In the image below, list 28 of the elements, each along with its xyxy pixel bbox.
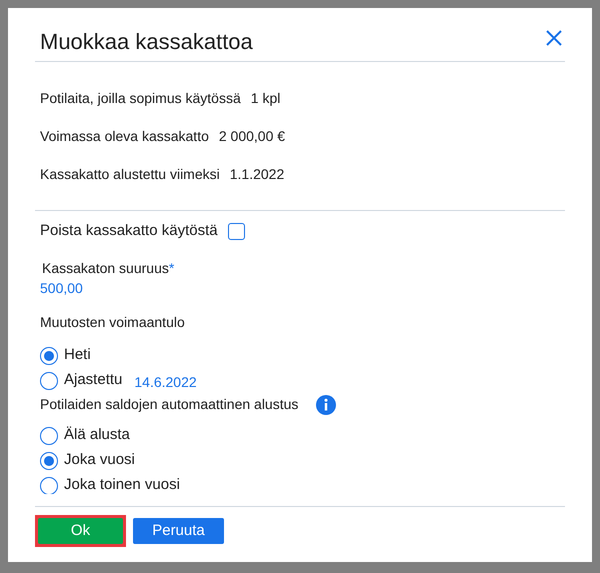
radio-button[interactable] xyxy=(40,372,58,390)
cancel-button[interactable]: Peruuta xyxy=(133,518,224,544)
radio-label: Älä alusta xyxy=(64,425,130,446)
section-label: Potilaiden saldojen automaattinen alustus xyxy=(40,395,298,414)
checkbox[interactable] xyxy=(228,222,245,240)
amount-field[interactable]: 500,00 xyxy=(40,278,565,299)
scheduled-date[interactable]: 14.6.2022 xyxy=(134,372,197,393)
radio-button[interactable] xyxy=(40,476,58,494)
checkbox-label: Poista kassakatto käytöstä xyxy=(40,220,218,241)
info-label: Kassakatto alustettu viimeksi xyxy=(40,164,220,184)
radio-label: Joka vuosi xyxy=(64,450,135,470)
info-icon[interactable] xyxy=(316,394,336,414)
field-label: Kassakaton suuruus* xyxy=(42,260,174,276)
info-value: 2 000,00 € xyxy=(218,126,286,146)
radio-label: Heti xyxy=(64,345,91,366)
radio-label: Joka toinen vuosi xyxy=(64,475,180,494)
radio-button[interactable] xyxy=(40,346,58,364)
radio-label: Ajastettu xyxy=(64,370,122,390)
ok-button[interactable]: Ok xyxy=(38,518,123,544)
info-label: Potilaita, joilla sopimus käytössä xyxy=(40,88,241,108)
close-icon[interactable] xyxy=(546,30,562,46)
dialog-title: Muokkaa kassakattoa xyxy=(40,28,253,56)
info-value: 1 kpl xyxy=(250,88,280,108)
radio-button[interactable] xyxy=(40,452,58,470)
radio-button[interactable] xyxy=(40,426,58,444)
info-label: Voimassa oleva kassakatto xyxy=(40,126,209,146)
info-value: 1.1.2022 xyxy=(230,164,284,184)
section-label: Muutosten voimaantulo xyxy=(40,313,186,332)
